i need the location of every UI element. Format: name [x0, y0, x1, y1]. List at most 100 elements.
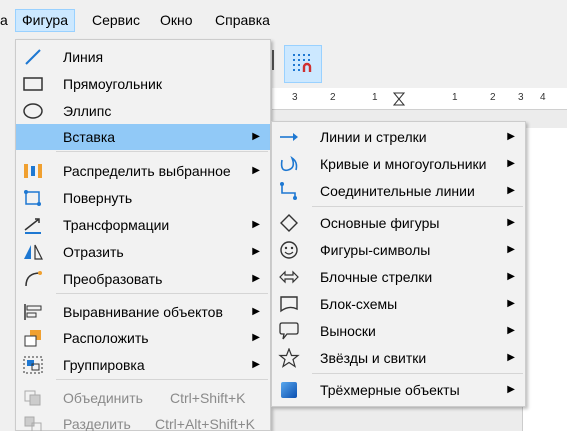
- menu-item-rotate[interactable]: Повернуть: [16, 185, 270, 211]
- submenu-item-lines-arrows[interactable]: Линии и стрелки ▶: [272, 124, 525, 150]
- submenu-item-callouts[interactable]: Выноски ▶: [272, 318, 525, 344]
- menubar: а Фигура Сервис Окно Справка: [0, 0, 567, 40]
- submenu-item-3d-objects[interactable]: Трёхмерные объекты ▶: [272, 377, 525, 403]
- menu-item-label: Разделить: [63, 416, 131, 431]
- submenu-arrow-icon: ▶: [252, 246, 260, 257]
- menubar-item-tools[interactable]: Сервис: [92, 10, 140, 30]
- menu-item-group[interactable]: Группировка ▶: [16, 352, 270, 378]
- page-canvas[interactable]: [522, 128, 567, 431]
- distribute-icon: [24, 164, 42, 178]
- arrange-icon: [24, 330, 41, 347]
- menu-separator: [312, 373, 523, 374]
- shape-menu: Линия Прямоугольник Эллипс Вставка ▶ Рас…: [15, 39, 271, 431]
- line-icon: [25, 49, 41, 65]
- submenu-arrow-icon: ▶: [252, 332, 260, 343]
- menu-item-combine[interactable]: Объединить Ctrl+Shift+K: [16, 385, 270, 411]
- 3d-object-icon: [281, 382, 297, 398]
- curve-icon: [280, 155, 298, 172]
- menu-item-arrange[interactable]: Расположить ▶: [16, 325, 270, 351]
- horizontal-ruler[interactable]: 3 2 1 1 2 3 4: [272, 88, 567, 110]
- snap-to-grid-button[interactable]: [284, 45, 322, 83]
- menu-item-label: Выноски: [320, 323, 376, 339]
- ruler-label: 3: [292, 92, 298, 103]
- ellipse-icon: [23, 103, 43, 119]
- menu-item-label: Соединительные линии: [320, 183, 475, 199]
- menu-separator: [56, 293, 268, 294]
- menu-item-label: Линия: [63, 49, 104, 65]
- menu-item-label: Линии и стрелки: [320, 129, 427, 145]
- block-arrow-icon: [279, 270, 299, 284]
- submenu-arrow-icon: ▶: [252, 273, 260, 284]
- menu-item-insert[interactable]: Вставка ▶: [16, 124, 270, 150]
- submenu-arrow-icon: ▶: [507, 271, 515, 282]
- callout-icon: [279, 322, 299, 340]
- submenu-item-flowcharts[interactable]: Блок-схемы ▶: [272, 291, 525, 317]
- submenu-item-basic-shapes[interactable]: Основные фигуры ▶: [272, 210, 525, 236]
- submenu-item-symbol-shapes[interactable]: Фигуры-символы ▶: [272, 237, 525, 263]
- menu-item-label: Расположить: [63, 330, 149, 346]
- menu-item-ellipse[interactable]: Эллипс: [16, 98, 270, 124]
- menu-item-label: Объединить: [63, 390, 143, 406]
- submenu-arrow-icon: ▶: [507, 217, 515, 228]
- submenu-item-block-arrows[interactable]: Блочные стрелки ▶: [272, 264, 525, 290]
- insert-submenu: Линии и стрелки ▶ Кривые и многоугольник…: [271, 121, 526, 407]
- submenu-item-stars[interactable]: Звёзды и свитки ▶: [272, 345, 525, 371]
- menu-item-flip[interactable]: Отразить ▶: [16, 239, 270, 265]
- menu-item-label: Трёхмерные объекты: [320, 382, 460, 398]
- menu-item-label: Фигуры-символы: [320, 242, 431, 258]
- submenu-arrow-icon: ▶: [507, 158, 515, 169]
- submenu-arrow-icon: ▶: [252, 219, 260, 230]
- ruler-label: 1: [372, 92, 378, 103]
- submenu-arrow-icon: ▶: [507, 131, 515, 142]
- rectangle-icon: [23, 77, 43, 91]
- smiley-icon: [280, 241, 298, 259]
- menu-item-label: Основные фигуры: [320, 215, 440, 231]
- group-icon: [23, 356, 43, 374]
- menubar-item-help[interactable]: Справка: [215, 10, 270, 30]
- flip-icon: [24, 244, 43, 260]
- menu-item-rectangle[interactable]: Прямоугольник: [16, 71, 270, 97]
- menu-item-label: Эллипс: [63, 103, 112, 119]
- menu-item-label: Звёзды и свитки: [320, 350, 427, 366]
- submenu-arrow-icon: ▶: [507, 244, 515, 255]
- ruler-label: 1: [452, 92, 458, 103]
- snap-to-grid-icon: [293, 54, 312, 72]
- menu-item-split[interactable]: Разделить Ctrl+Alt+Shift+K: [16, 411, 270, 431]
- split-icon: [24, 416, 42, 431]
- menubar-item-partial[interactable]: а: [0, 10, 8, 30]
- submenu-arrow-icon: ▶: [252, 359, 260, 370]
- menu-item-label: Блок-схемы: [320, 296, 398, 312]
- menu-item-line[interactable]: Линия: [16, 44, 270, 70]
- ruler-indent-marker-icon[interactable]: [393, 92, 405, 106]
- menu-item-label: Кривые и многоугольники: [320, 156, 487, 172]
- menu-item-label: Группировка: [63, 357, 145, 373]
- rotate-icon: [24, 190, 41, 206]
- submenu-arrow-icon: ▶: [252, 306, 260, 317]
- menu-item-transformations[interactable]: Трансформации ▶: [16, 212, 270, 238]
- menu-item-label: Повернуть: [63, 190, 133, 206]
- submenu-arrow-icon: ▶: [507, 325, 515, 336]
- menu-item-label: Распределить выбранное: [63, 163, 231, 179]
- menu-separator: [312, 206, 523, 207]
- ruler-label: 3: [518, 92, 524, 103]
- submenu-arrow-icon: ▶: [507, 352, 515, 363]
- submenu-item-connectors[interactable]: Соединительные линии ▶: [272, 178, 525, 204]
- menu-item-convert[interactable]: Преобразовать ▶: [16, 266, 270, 292]
- diamond-icon: [280, 214, 298, 232]
- menu-item-align[interactable]: Выравнивание объектов ▶: [16, 299, 270, 325]
- submenu-arrow-icon: ▶: [507, 185, 515, 196]
- menubar-item-window[interactable]: Окно: [160, 10, 193, 30]
- menu-item-label: Преобразовать: [63, 271, 163, 287]
- ruler-label: 2: [330, 92, 336, 103]
- combine-icon: [24, 390, 41, 406]
- menu-item-distribute[interactable]: Распределить выбранное ▶: [16, 158, 270, 184]
- convert-icon: [25, 271, 42, 287]
- submenu-item-curves[interactable]: Кривые и многоугольники ▶: [272, 151, 525, 177]
- menu-item-shortcut: Ctrl+Shift+K: [170, 390, 246, 406]
- menu-item-label: Вставка: [63, 129, 116, 145]
- ruler-label: 2: [490, 92, 496, 103]
- menu-separator: [56, 151, 268, 152]
- menu-item-label: Прямоугольник: [63, 76, 162, 92]
- menubar-item-shape[interactable]: Фигура: [15, 9, 75, 32]
- submenu-arrow-icon: ▶: [507, 384, 515, 395]
